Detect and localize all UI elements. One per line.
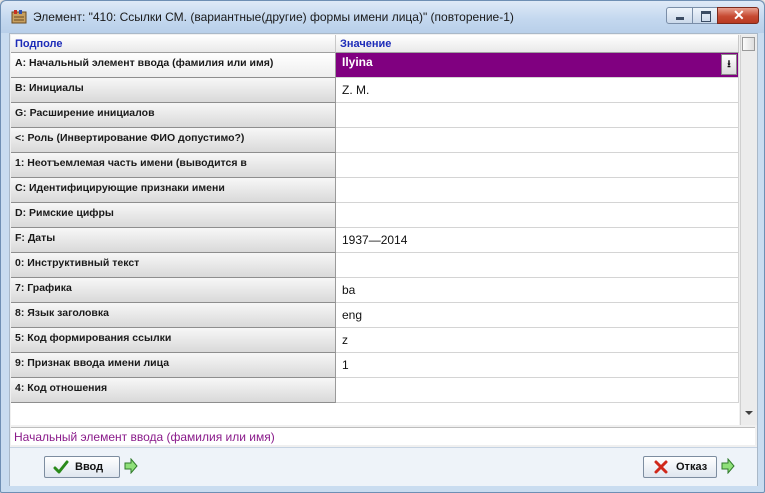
field-label: B: Инициалы — [11, 78, 336, 103]
subfield-grid: Подполе Значение A: Начальный элемент вв… — [11, 35, 739, 425]
red-x-icon — [654, 460, 668, 474]
dialog-window: Элемент: "410: Ссылки СМ. (вариантные(др… — [0, 0, 765, 493]
field-label: 1: Неотъемлемая часть имени (выводится в — [11, 153, 336, 178]
minimize-button[interactable] — [666, 7, 693, 24]
minimize-icon — [676, 17, 684, 20]
value-cell[interactable] — [336, 378, 739, 403]
field-label: A: Начальный элемент ввода (фамилия или … — [11, 53, 336, 78]
field-label: C: Идентифицирующие признаки имени — [11, 178, 336, 203]
close-button[interactable]: ✕ — [717, 7, 759, 24]
table-row[interactable]: 4: Код отношения — [11, 378, 739, 403]
field-label: 5: Код формирования ссылки — [11, 328, 336, 353]
window-title: Элемент: "410: Ссылки СМ. (вариантные(др… — [33, 10, 514, 24]
value-cell[interactable] — [336, 203, 739, 228]
value-cell[interactable] — [336, 103, 739, 128]
button-bar: Ввод Отказ — [10, 447, 757, 486]
field-label: 0: Инструктивный текст — [11, 253, 336, 278]
value-cell[interactable] — [336, 153, 739, 178]
value-cell[interactable]: Z. M. — [336, 78, 739, 103]
ok-button-label: Ввод — [75, 461, 104, 473]
table-row[interactable]: F: Даты 1937—2014 — [11, 228, 739, 253]
table-row[interactable]: 1: Неотъемлемая часть имени (выводится в — [11, 153, 739, 178]
field-label: F: Даты — [11, 228, 336, 253]
maximize-icon — [701, 11, 711, 22]
field-label: G: Расширение инициалов — [11, 103, 336, 128]
field-label: 4: Код отношения — [11, 378, 336, 403]
value-cell[interactable]: ba — [336, 278, 739, 303]
value-cell[interactable] — [336, 178, 739, 203]
ok-button[interactable]: Ввод — [44, 456, 120, 478]
checkmark-icon — [53, 460, 69, 474]
table-row[interactable]: 0: Инструктивный текст — [11, 253, 739, 278]
value-cell[interactable]: 1937—2014 — [336, 228, 739, 253]
app-book-icon — [11, 10, 27, 24]
table-row[interactable]: G: Расширение инициалов — [11, 103, 739, 128]
column-header-field[interactable]: Подполе — [11, 35, 336, 53]
field-label: 8: Язык заголовка — [11, 303, 336, 328]
dropdown-button[interactable]: ⭳ — [721, 54, 737, 75]
value-cell[interactable] — [336, 253, 739, 278]
field-label: <: Роль (Инвертирование ФИО допустимо?) — [11, 128, 336, 153]
table-row[interactable]: 5: Код формирования ссылки z — [11, 328, 739, 353]
field-label: D: Римские цифры — [11, 203, 336, 228]
dialog-content: Подполе Значение A: Начальный элемент вв… — [9, 33, 758, 486]
value-cell[interactable]: eng — [336, 303, 739, 328]
maximize-button[interactable] — [692, 7, 718, 24]
table-row[interactable]: B: Инициалы Z. M. — [11, 78, 739, 103]
green-arrow-right-icon[interactable] — [124, 458, 138, 474]
value-text: Ilyina — [342, 55, 373, 69]
value-cell[interactable]: 1 — [336, 353, 739, 378]
table-row[interactable]: C: Идентифицирующие признаки имени — [11, 178, 739, 203]
table-row[interactable]: 9: Признак ввода имени лица 1 — [11, 353, 739, 378]
value-cell[interactable]: z — [336, 328, 739, 353]
scroll-down-icon[interactable] — [745, 411, 753, 415]
green-arrow-right-icon[interactable] — [721, 458, 735, 474]
column-header-value[interactable]: Значение — [336, 35, 739, 53]
close-icon: ✕ — [733, 7, 745, 23]
table-row[interactable]: D: Римские цифры — [11, 203, 739, 228]
title-bar[interactable]: Элемент: "410: Ссылки СМ. (вариантные(др… — [1, 1, 764, 33]
vertical-scrollbar[interactable] — [740, 35, 757, 425]
cancel-button[interactable]: Отказ — [643, 456, 717, 478]
table-row[interactable]: <: Роль (Инвертирование ФИО допустимо?) — [11, 128, 739, 153]
table-row[interactable]: A: Начальный элемент ввода (фамилия или … — [11, 53, 739, 78]
field-label: 7: Графика — [11, 278, 336, 303]
value-cell-selected[interactable]: Ilyina ⭳ — [336, 53, 739, 78]
field-hint-status: Начальный элемент ввода (фамилия или имя… — [11, 427, 755, 445]
value-cell[interactable] — [336, 128, 739, 153]
table-row[interactable]: 8: Язык заголовка eng — [11, 303, 739, 328]
scrollbar-thumb[interactable] — [742, 37, 755, 51]
download-arrow-icon: ⭳ — [727, 59, 731, 70]
field-label: 9: Признак ввода имени лица — [11, 353, 336, 378]
table-row[interactable]: 7: Графика ba — [11, 278, 739, 303]
cancel-button-label: Отказ — [676, 461, 708, 473]
